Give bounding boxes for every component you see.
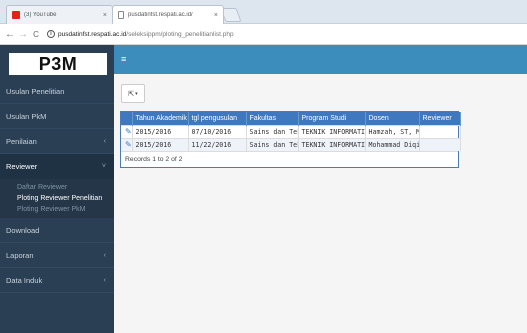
logo: P3M (9, 53, 107, 75)
sidebar-item-label: Usulan PkM (6, 111, 47, 121)
cell-tgl-pengusulan: 07/10/2016 (188, 124, 247, 138)
cell-dosen: Hamzah, ST, MT (365, 124, 420, 138)
edit-icon[interactable]: ✎ (121, 124, 133, 138)
edit-icon[interactable]: ✎ (121, 137, 133, 151)
top-navbar: ≡ (114, 45, 527, 74)
column-header-dosen[interactable]: Dosen (365, 112, 420, 125)
reload-icon[interactable]: C (30, 30, 42, 39)
sidebar-item-penilaian[interactable]: Penilaian ‹ (0, 129, 114, 154)
cell-program-studi: TEKNIK INFORMATIKA (298, 124, 366, 138)
cell-dosen: Mohammad Diqi (365, 137, 420, 151)
records-count: Records 1 to 2 of 2 (121, 151, 458, 167)
sidebar-item-reviewer[interactable]: Reviewer ˅ (0, 154, 114, 179)
chevron-left-icon: ‹ (103, 276, 106, 284)
tab-title: (3) YouTube (24, 12, 57, 18)
cell-program-studi: TEKNIK INFORMATIKA (298, 137, 366, 151)
page-icon (118, 11, 124, 19)
tab-title: pusdatinfst.respati.ac.id/ (128, 12, 193, 18)
export-icon: ⇱ (128, 90, 135, 98)
forward-arrow-icon[interactable]: → (17, 29, 29, 40)
close-icon[interactable]: × (214, 12, 218, 19)
submenu-item-ploting-reviewer-penelitian[interactable]: Ploting Reviewer Penelitian (0, 193, 114, 204)
column-header-program-studi[interactable]: Program Studi (298, 112, 366, 125)
cell-tahun-akademik: 2015/2016 (132, 124, 189, 138)
cell-tgl-pengusulan: 11/22/2016 (188, 137, 247, 151)
close-icon[interactable]: × (103, 12, 107, 19)
browser-tab-youtube[interactable]: (3) YouTube × (6, 5, 113, 24)
sidebar-item-label: Reviewer (6, 162, 38, 171)
info-icon[interactable]: i (47, 30, 55, 38)
url-path: /seleksippm/ploting_penelitianlist.php (126, 30, 234, 38)
youtube-icon (12, 11, 20, 19)
sidebar-item-label: Download (6, 225, 40, 235)
column-header-actions (121, 112, 133, 125)
sidebar-item-usulan-penelitian[interactable]: Usulan Penelitian (0, 79, 114, 104)
table-header-row: Tahun Akademik tgl pengusulan Fakultas P… (121, 112, 461, 125)
cell-reviewer (419, 124, 461, 138)
cell-tahun-akademik: 2015/2016 (132, 137, 189, 151)
column-header-reviewer[interactable]: Reviewer (419, 112, 461, 125)
sidebar-item-label: Penilaian (6, 136, 37, 146)
column-header-tgl-pengusulan[interactable]: tgl pengusulan (188, 112, 247, 125)
cell-reviewer (419, 137, 461, 151)
sidebar: P3M Usulan Penelitian Usulan PkM Penilai… (0, 45, 114, 333)
ploting-penelitian-table: Tahun Akademik tgl pengusulan Fakultas P… (120, 111, 461, 168)
caret-down-icon: ▾ (135, 90, 138, 97)
menu-toggle-icon[interactable]: ≡ (121, 55, 126, 64)
cell-fakultas: Sains dan Teknologi (246, 124, 299, 138)
submenu-item-ploting-reviewer-pkm[interactable]: Ploting Reviewer PkM (0, 204, 114, 215)
sidebar-item-label: Usulan Penelitian (6, 86, 65, 96)
address-bar[interactable]: pusdatinfst.respati.ac.id/seleksippm/plo… (58, 31, 234, 38)
chevron-down-icon: ˅ (101, 163, 106, 170)
chevron-left-icon: ‹ (103, 251, 106, 259)
sidebar-item-laporan[interactable]: Laporan ‹ (0, 243, 114, 268)
sidebar-item-data-induk[interactable]: Data Induk ‹ (0, 268, 114, 293)
main-content: ⇱ ▾ Tahun Akademik tgl pengusulan Fakult… (114, 74, 527, 333)
sidebar-item-label: Laporan (6, 250, 34, 260)
browser-tab-strip: (3) YouTube × pusdatinfst.respati.ac.id/… (0, 0, 527, 24)
back-arrow-icon[interactable]: ← (4, 29, 16, 40)
sidebar-menu: Usulan Penelitian Usulan PkM Penilaian ‹… (0, 79, 114, 293)
sidebar-item-usulan-pkm[interactable]: Usulan PkM (0, 104, 114, 129)
browser-tab-pusdatin[interactable]: pusdatinfst.respati.ac.id/ × (112, 5, 224, 24)
url-host: pusdatinfst.respati.ac.id (58, 30, 127, 38)
sidebar-item-label: Data Induk (6, 275, 43, 285)
column-header-tahun-akademik[interactable]: Tahun Akademik (132, 112, 189, 125)
table-row: ✎ 2015/2016 07/10/2016 Sains dan Teknolo… (121, 124, 461, 138)
cell-fakultas: Sains dan Teknologi (246, 137, 299, 151)
table-row: ✎ 2015/2016 11/22/2016 Sains dan Teknolo… (121, 137, 461, 151)
export-button[interactable]: ⇱ ▾ (121, 84, 145, 103)
reviewer-submenu: Daftar Reviewer Ploting Reviewer Penelit… (0, 179, 114, 218)
submenu-item-daftar-reviewer[interactable]: Daftar Reviewer (0, 182, 114, 193)
sidebar-item-download[interactable]: Download (0, 218, 114, 243)
chevron-left-icon: ‹ (103, 137, 106, 145)
column-header-fakultas[interactable]: Fakultas (246, 112, 299, 125)
browser-toolbar: ← → C i pusdatinfst.respati.ac.id/seleks… (0, 24, 527, 45)
